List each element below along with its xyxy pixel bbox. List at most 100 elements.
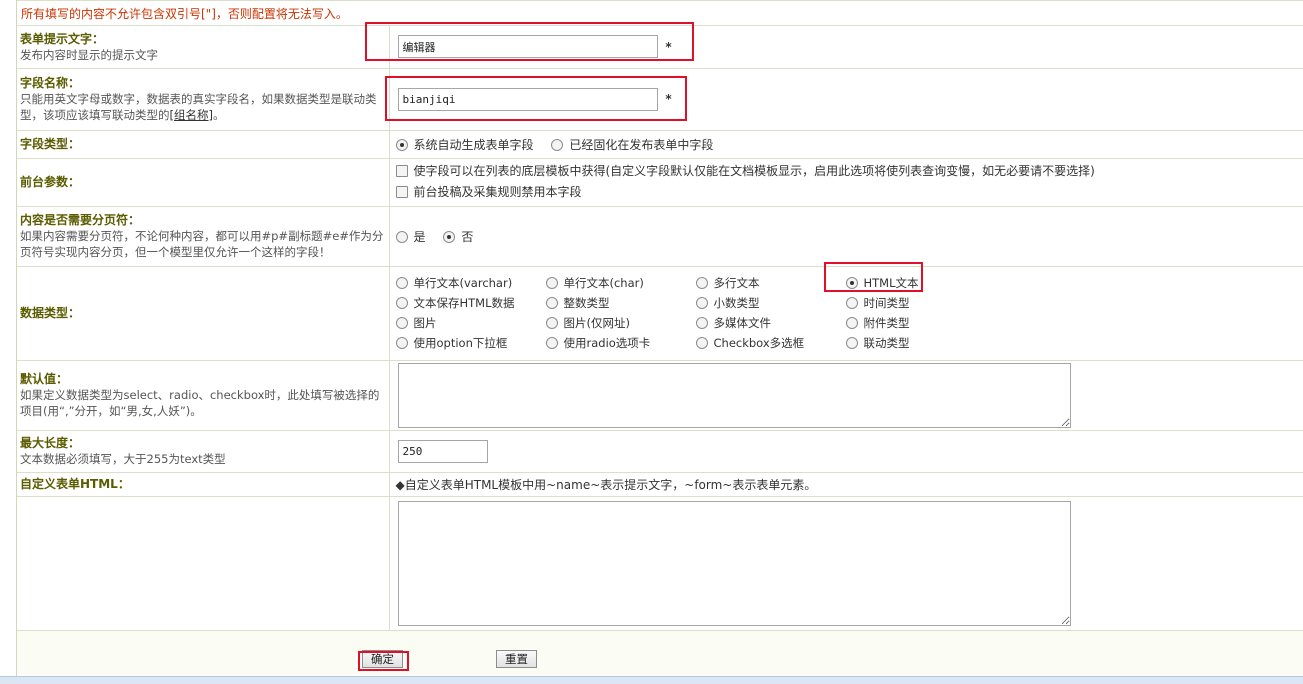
fieldtype-label: 字段类型： <box>20 137 81 151</box>
checkbox-list-template[interactable] <box>395 165 408 177</box>
datatype-option[interactable]: 单行文本(varchar) <box>395 275 546 291</box>
row-custom-html-editor <box>17 496 1303 631</box>
row-data-type: 数据类型： 单行文本(varchar) 单行文本(char) 多行文本 HTML文本文… <box>17 266 1303 361</box>
prompt-text-input[interactable] <box>397 35 658 59</box>
submit-button[interactable]: 确定 <box>362 649 403 668</box>
list-template-check-label: 使字段可以在列表的底层模板中获得(自定义字段默认仅能在文档模板显示，启用此选项将… <box>413 164 1095 178</box>
form-frame: 所有填写的内容不允许包含双引号["]，否则配置将无法写入。 表单提示文字： 发布… <box>16 0 1303 676</box>
datatype-option[interactable]: 图片 <box>395 315 546 331</box>
datatype-option[interactable]: 联动类型 <box>845 335 996 351</box>
default-label: 默认值： <box>20 372 69 386</box>
default-desc: 如果定义数据类型为select、radio、checkbox时，此处填写被选择的… <box>20 388 380 418</box>
datatype-option[interactable]: 附件类型 <box>845 315 996 331</box>
radio-unchecked-icon[interactable] <box>545 297 558 309</box>
datatype-option-label: 单行文本(char) <box>563 276 644 290</box>
radio-checked-icon[interactable] <box>443 230 456 243</box>
datatype-option[interactable]: 图片(仅网址) <box>545 315 696 331</box>
row-custom-html: 自定义表单HTML： ◆自定义表单HTML模板中用~name~表示提示文字，~f… <box>17 472 1303 497</box>
field-form-table: 表单提示文字： 发布内容时显示的提示文字 * 字段名称： 只能用英文字母或数字，… <box>17 26 1303 631</box>
radio-unchecked-icon[interactable] <box>395 337 408 349</box>
radio-unchecked-icon[interactable] <box>845 337 858 349</box>
maxlen-label: 最大长度： <box>20 436 81 450</box>
datatype-option-label: 使用option下拉框 <box>413 336 508 350</box>
radio-unchecked-icon[interactable] <box>395 317 408 329</box>
customhtml-label: 自定义表单HTML： <box>20 477 130 491</box>
radio-checked-icon[interactable] <box>395 138 408 151</box>
radio-unchecked-icon[interactable] <box>545 277 558 289</box>
disable-submission-check-label: 前台投稿及采集规则禁用本字段 <box>413 185 582 199</box>
radio-unchecked-icon[interactable] <box>395 297 408 309</box>
fieldname-label: 字段名称： <box>20 76 81 90</box>
datatype-option-label: 图片 <box>413 316 437 330</box>
datatype-option[interactable]: 使用option下拉框 <box>395 335 546 351</box>
group-name-link[interactable]: [组名称] <box>170 108 213 122</box>
datatype-label: 数据类型： <box>20 306 81 320</box>
datatype-option-label: 图片(仅网址) <box>563 316 630 330</box>
datatype-option-label: 文本保存HTML数据 <box>413 296 515 310</box>
radio-unchecked-icon[interactable] <box>695 297 708 309</box>
radio-unchecked-icon[interactable] <box>551 138 564 151</box>
datatype-option-label: 单行文本(varchar) <box>413 276 513 290</box>
reset-button[interactable]: 重置 <box>496 649 537 668</box>
required-mark: * <box>665 39 672 54</box>
radio-checked-icon[interactable] <box>845 277 858 289</box>
radio-unchecked-icon[interactable] <box>545 337 558 349</box>
paging-option-no[interactable]: 否 <box>443 228 473 245</box>
datatype-option[interactable]: 多行文本 <box>695 275 846 291</box>
row-frontend-params: 前台参数： 使字段可以在列表的底层模板中获得(自定义字段默认仅能在文档模板显示，… <box>17 158 1303 207</box>
paging-option-yes[interactable]: 是 <box>395 228 426 245</box>
radio-unchecked-icon[interactable] <box>395 277 408 289</box>
max-length-input[interactable] <box>397 439 488 463</box>
default-value-textarea[interactable] <box>397 362 1071 428</box>
datatype-option-label: HTML文本 <box>863 276 919 290</box>
datatype-option[interactable]: 使用radio选项卡 <box>545 335 696 351</box>
customhtml-hint: ◆自定义表单HTML模板中用~name~表示提示文字，~form~表示表单元素。 <box>395 477 817 492</box>
radio-unchecked-icon[interactable] <box>845 297 858 309</box>
frontend-label: 前台参数： <box>20 175 81 189</box>
checkbox-disable-submission[interactable] <box>395 186 408 198</box>
bottom-status-bar <box>0 676 1303 684</box>
datatype-option-label: 小数类型 <box>713 296 760 310</box>
datatype-options: 单行文本(varchar) 单行文本(char) 多行文本 HTML文本文本保存HTM… <box>395 271 1303 355</box>
datatype-option[interactable]: 多媒体文件 <box>695 315 846 331</box>
row-field-type: 字段类型： 系统自动生成表单字段 已经固化在发布表单中字段 <box>17 130 1303 159</box>
datatype-option-label: 使用radio选项卡 <box>563 336 651 350</box>
maxlen-desc: 文本数据必须填写，大于255为text类型 <box>20 452 226 466</box>
datatype-option-label: 联动类型 <box>863 336 910 350</box>
row-max-length: 最大长度： 文本数据必须填写，大于255为text类型 <box>17 430 1303 473</box>
button-row: 确定 重置 <box>17 630 1303 675</box>
prompt-desc: 发布内容时显示的提示文字 <box>20 47 158 62</box>
radio-unchecked-icon[interactable] <box>695 277 708 289</box>
paging-desc: 如果内容需要分页符，不论何种内容，都可以用#p#副标题#e#作为分页符号实现内容… <box>20 229 384 259</box>
datatype-option-label: 多媒体文件 <box>713 316 772 330</box>
datatype-option[interactable]: 时间类型 <box>845 295 996 311</box>
datatype-option-label: 多行文本 <box>713 276 760 290</box>
datatype-option[interactable]: 单行文本(char) <box>545 275 696 291</box>
radio-unchecked-icon[interactable] <box>545 317 558 329</box>
radio-unchecked-icon[interactable] <box>845 317 858 329</box>
datatype-option-label: 时间类型 <box>863 296 910 310</box>
custom-html-textarea[interactable] <box>397 500 1071 626</box>
paging-label: 内容是否需要分页符： <box>20 213 141 227</box>
datatype-option[interactable]: 小数类型 <box>695 295 846 311</box>
radio-unchecked-icon[interactable] <box>695 317 708 329</box>
row-field-name: 字段名称： 只能用英文字母或数字，数据表的真实字段名，如果数据类型是联动类型，该… <box>17 68 1303 131</box>
fieldtype-option-auto[interactable]: 系统自动生成表单字段 <box>395 136 534 153</box>
datatype-option[interactable]: 文本保存HTML数据 <box>395 295 546 311</box>
datatype-option[interactable]: Checkbox多选框 <box>695 335 846 351</box>
notice-text: 所有填写的内容不允许包含双引号["]，否则配置将无法写入。 <box>17 0 1303 26</box>
radio-unchecked-icon[interactable] <box>395 230 408 243</box>
row-prompt-text: 表单提示文字： 发布内容时显示的提示文字 * <box>17 26 1303 69</box>
row-paging: 内容是否需要分页符： 如果内容需要分页符，不论何种内容，都可以用#p#副标题#e… <box>17 206 1303 267</box>
datatype-option[interactable]: HTML文本 <box>845 275 996 291</box>
prompt-label: 表单提示文字： <box>20 31 105 46</box>
datatype-option-label: Checkbox多选框 <box>713 336 805 350</box>
row-default-value: 默认值： 如果定义数据类型为select、radio、checkbox时，此处填… <box>17 360 1303 431</box>
datatype-option[interactable]: 整数类型 <box>545 295 696 311</box>
field-name-input[interactable] <box>397 87 658 111</box>
datatype-option-label: 整数类型 <box>563 296 610 310</box>
radio-unchecked-icon[interactable] <box>695 337 708 349</box>
datatype-option-label: 附件类型 <box>863 316 910 330</box>
fieldtype-option-fixed[interactable]: 已经固化在发布表单中字段 <box>551 136 713 153</box>
fieldname-desc-tail: 。 <box>212 108 225 122</box>
